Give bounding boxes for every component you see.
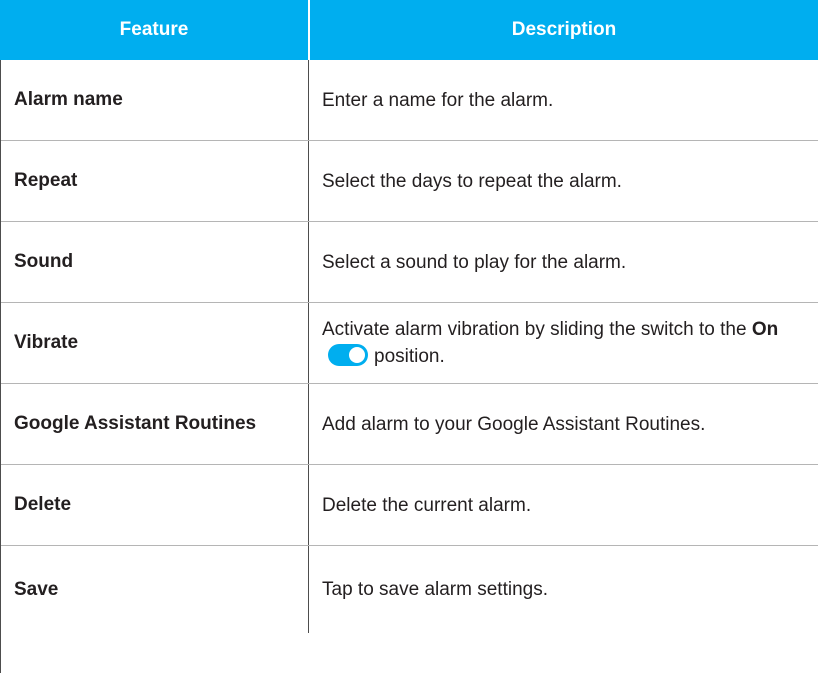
table-row: Alarm name Enter a name for the alarm. (0, 60, 818, 141)
vibrate-description: Activate alarm vibration by sliding the … (322, 316, 810, 370)
feature-cell: Repeat (14, 170, 78, 191)
feature-table: Feature Description Alarm name Enter a n… (0, 0, 818, 633)
description-cell: Tap to save alarm settings. (308, 546, 818, 633)
feature-cell: Save (14, 578, 59, 600)
table-row: Save Tap to save alarm settings. (0, 546, 818, 633)
table-left-border (0, 60, 1, 673)
description-cell: Select a sound to play for the alarm. (308, 222, 818, 302)
toggle-knob (349, 346, 365, 363)
table-header: Feature Description (0, 0, 818, 60)
description-cell: Select the days to repeat the alarm. (308, 141, 818, 221)
table-row: Delete Delete the current alarm. (0, 465, 818, 546)
table-row: Repeat Select the days to repeat the ala… (0, 141, 818, 222)
description-text: Activate alarm vibration by sliding the … (322, 319, 747, 340)
header-feature: Feature (0, 0, 308, 60)
table-row: Google Assistant Routines Add alarm to y… (0, 384, 818, 465)
feature-cell: Google Assistant Routines (14, 413, 257, 434)
description-cell: Enter a name for the alarm. (308, 60, 818, 140)
description-cell: Activate alarm vibration by sliding the … (308, 303, 818, 383)
feature-cell: Delete (14, 494, 72, 515)
table-row: Sound Select a sound to play for the ala… (0, 222, 818, 303)
description-text-suffix: position. (374, 346, 445, 367)
feature-cell: Sound (14, 251, 74, 272)
feature-cell: Vibrate (14, 332, 79, 353)
on-label: On (751, 319, 779, 340)
description-cell: Delete the current alarm. (308, 465, 818, 545)
toggle-switch-on-icon (328, 343, 368, 366)
header-description: Description (308, 0, 818, 60)
feature-cell: Alarm name (14, 89, 123, 110)
table-row: Vibrate Activate alarm vibration by slid… (0, 303, 818, 384)
description-cell: Add alarm to your Google Assistant Routi… (308, 384, 818, 464)
